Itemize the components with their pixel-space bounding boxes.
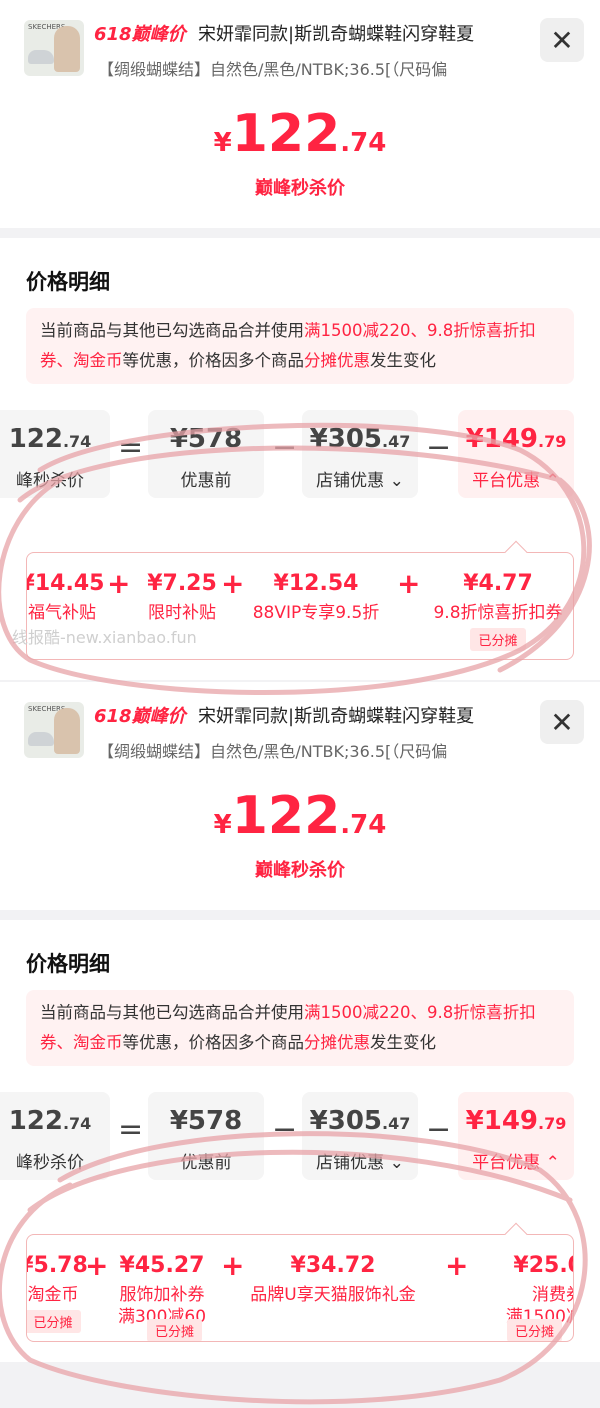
final-price-box: 122.74 峰秒杀价 (0, 1092, 110, 1180)
original-price-value: ¥578 (169, 424, 243, 454)
minus-sign: − (426, 430, 452, 465)
notice-text: 发生变化 (370, 351, 436, 370)
notice-text: 等优惠，价格因多个商品 (122, 1033, 305, 1052)
price-detail-section: 价格明细 当前商品与其他已勾选商品合并使用满1500减220、9.8折惊喜折扣券… (0, 238, 600, 680)
price-decimal: .74 (340, 810, 387, 840)
discount-item: ¥12.54 88VIP专享9.5折 (252, 571, 380, 623)
chevron-up-icon: ⌃ (545, 471, 560, 491)
shoe-image (28, 732, 54, 746)
shop-discount-value: ¥305.47 (309, 424, 411, 454)
plus-sign: + (397, 567, 421, 600)
minus-sign: − (272, 430, 298, 465)
price-detail-panel-1: SKECHERS 618巅峰价 宋妍霏同款|斯凯奇蝴蝶鞋闪穿鞋夏 【绸缎蝴蝶结】… (0, 0, 600, 680)
section-title: 价格明细 (26, 952, 110, 976)
watermark: 线报酷-new.xianbao.fun (12, 628, 197, 647)
chevron-down-icon: ⌄ (389, 1153, 404, 1173)
apportioned-badge: 已分摊 (147, 1319, 203, 1341)
product-header: SKECHERS 618巅峰价 宋妍霏同款|斯凯奇蝴蝶鞋闪穿鞋夏 【绸缎蝴蝶结】… (0, 682, 600, 910)
platform-discount-box[interactable]: ¥149.79 平台优惠 ⌃ (458, 1092, 574, 1180)
minus-sign: − (272, 1112, 298, 1147)
final-price-caption: 峰秒杀价 (16, 1153, 84, 1173)
platform-discount-box[interactable]: ¥149.79 平台优惠 ⌃ (458, 410, 574, 498)
equals-sign: = (118, 430, 144, 465)
original-price-box: ¥578 优惠前 (148, 1092, 264, 1180)
shop-discount-caption: 店铺优惠 ⌄ (316, 1153, 404, 1173)
model-image (54, 708, 80, 754)
notice-highlight: 分摊优惠 (304, 351, 370, 370)
platform-discount-breakdown: ¥5.78 淘金币 已分摊 + ¥45.27 服饰加补券 满300减60 + ¥… (26, 1234, 574, 1342)
notice-text: 等优惠，价格因多个商品 (122, 351, 305, 370)
shop-discount-box[interactable]: ¥305.47 店铺优惠 ⌄ (302, 1092, 418, 1180)
discount-item: ¥4.77 9.8折惊喜折扣券 已分摊 (433, 571, 563, 651)
discount-item: ¥25.0 消费券 满1500减 (505, 1253, 573, 1327)
minus-sign: − (426, 1112, 452, 1147)
price-detail-panel-2: SKECHERS 618巅峰价 宋妍霏同款|斯凯奇蝴蝶鞋闪穿鞋夏 【绸缎蝴蝶结】… (0, 682, 600, 1362)
shop-discount-caption: 店铺优惠 ⌄ (316, 471, 404, 491)
shop-discount-value: ¥305.47 (309, 1106, 411, 1136)
product-title: 宋妍霏同款|斯凯奇蝴蝶鞋闪穿鞋夏 (198, 24, 475, 45)
plus-sign: + (221, 1249, 245, 1282)
product-thumbnail[interactable]: SKECHERS (24, 702, 84, 758)
price-detail-section: 价格明细 当前商品与其他已勾选商品合并使用满1500减220、9.8折惊喜折扣券… (0, 920, 600, 1362)
price-decimal: .74 (340, 128, 387, 158)
price-label: 巅峰秒杀价 (255, 178, 345, 199)
price-integer: 122 (231, 786, 341, 846)
product-header: SKECHERS 618巅峰价 宋妍霏同款|斯凯奇蝴蝶鞋闪穿鞋夏 【绸缎蝴蝶结】… (0, 0, 600, 228)
model-image (54, 26, 80, 72)
final-price-value: 122.74 (8, 1106, 92, 1136)
plus-sign: + (445, 1249, 469, 1282)
final-price-caption: 峰秒杀价 (16, 471, 84, 491)
platform-discount-value: ¥149.79 (465, 1106, 567, 1136)
notice-text: 发生变化 (370, 1033, 436, 1052)
product-sku: 【绸缎蝴蝶结】自然色/黑色/NTBK;36.5[（尺码偏 (98, 60, 448, 79)
price-integer: 122 (231, 104, 341, 164)
price-currency: ¥ (213, 128, 232, 158)
price-label: 巅峰秒杀价 (255, 860, 345, 881)
discount-notice: 当前商品与其他已勾选商品合并使用满1500减220、9.8折惊喜折扣券、淘金币等… (26, 308, 574, 384)
product-title: 宋妍霏同款|斯凯奇蝴蝶鞋闪穿鞋夏 (198, 706, 475, 727)
discount-notice: 当前商品与其他已勾选商品合并使用满1500减220、9.8折惊喜折扣券、淘金币等… (26, 990, 574, 1066)
discount-item: ¥14.45 福气补贴 (26, 571, 105, 623)
notice-highlight: 分摊优惠 (304, 1033, 370, 1052)
chevron-down-icon: ⌄ (389, 471, 404, 491)
product-thumbnail[interactable]: SKECHERS (24, 20, 84, 76)
platform-discount-caption: 平台优惠 ⌃ (472, 471, 560, 491)
final-price-box: 122.74 峰秒杀价 (0, 410, 110, 498)
shoe-image (28, 50, 54, 64)
platform-discount-value: ¥149.79 (465, 424, 567, 454)
discount-item: ¥45.27 服饰加补券 满300减60 (117, 1253, 207, 1327)
discount-item: ¥34.72 品牌U享天猫服饰礼金 (250, 1253, 416, 1305)
equals-sign: = (118, 1112, 144, 1147)
platform-discount-caption: 平台优惠 ⌃ (472, 1153, 560, 1173)
notice-text: 当前商品与其他已勾选商品合并使用 (40, 1003, 304, 1022)
final-price-value: 122.74 (8, 424, 92, 454)
notice-text: 当前商品与其他已勾选商品合并使用 (40, 321, 304, 340)
promo-tag: 618巅峰价 (94, 24, 186, 45)
final-price: ¥122.74 (0, 786, 600, 846)
original-price-caption: 优惠前 (180, 471, 232, 491)
original-price-box: ¥578 优惠前 (148, 410, 264, 498)
close-icon[interactable]: ✕ (540, 700, 584, 744)
apportioned-badge: 已分摊 (470, 628, 526, 651)
price-currency: ¥ (213, 810, 232, 840)
original-price-caption: 优惠前 (180, 1153, 232, 1173)
chevron-up-icon: ⌃ (545, 1153, 560, 1173)
promo-tag: 618巅峰价 (94, 706, 186, 727)
shop-discount-box[interactable]: ¥305.47 店铺优惠 ⌄ (302, 410, 418, 498)
apportioned-badge: 已分摊 (27, 1310, 81, 1333)
apportioned-badge: 已分摊 (507, 1319, 563, 1341)
product-sku: 【绸缎蝴蝶结】自然色/黑色/NTBK;36.5[（尺码偏 (98, 742, 448, 761)
original-price-value: ¥578 (169, 1106, 243, 1136)
section-title: 价格明细 (26, 270, 110, 294)
final-price: ¥122.74 (0, 104, 600, 164)
plus-sign: + (85, 1249, 109, 1282)
close-icon[interactable]: ✕ (540, 18, 584, 62)
